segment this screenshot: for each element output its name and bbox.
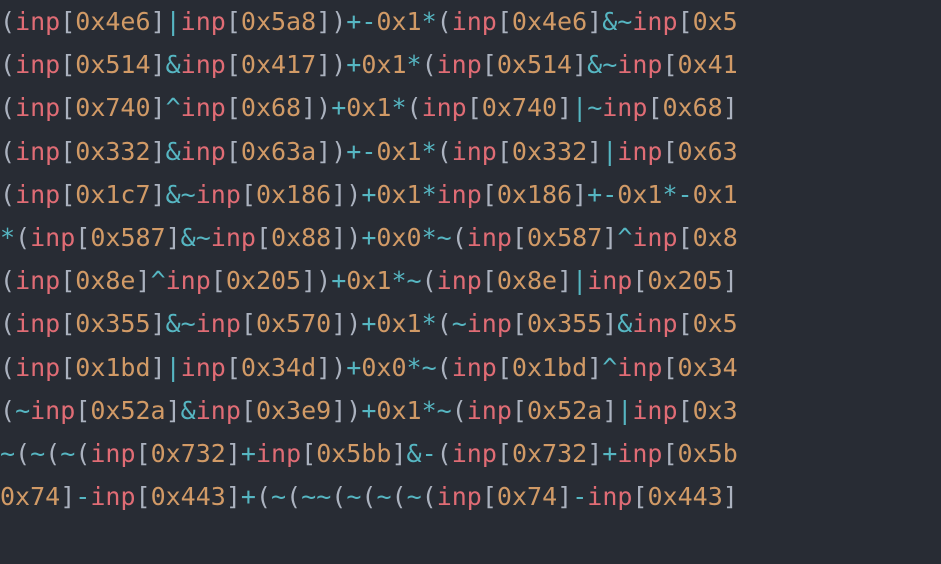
code-line[interactable]: (inp[0x1bd]|inp[0x34d])+0x0*~(inp[0x1bd]… bbox=[0, 346, 941, 389]
code-line[interactable]: (inp[0x514]&inp[0x417])+0x1*(inp[0x514]&… bbox=[0, 43, 941, 86]
code-line[interactable]: *(inp[0x587]&~inp[0x88])+0x0*~(inp[0x587… bbox=[0, 216, 941, 259]
code-line[interactable]: (inp[0x355]&~inp[0x570])+0x1*(~inp[0x355… bbox=[0, 302, 941, 345]
code-line[interactable]: (~inp[0x52a]&inp[0x3e9])+0x1*~(inp[0x52a… bbox=[0, 389, 941, 432]
code-line[interactable]: (inp[0x4e6]|inp[0x5a8])+-0x1*(inp[0x4e6]… bbox=[0, 0, 941, 43]
code-line[interactable]: (inp[0x332]&inp[0x63a])+-0x1*(inp[0x332]… bbox=[0, 130, 941, 173]
code-line[interactable]: (inp[0x740]^inp[0x68])+0x1*(inp[0x740]|~… bbox=[0, 86, 941, 129]
code-line[interactable]: (inp[0x1c7]&~inp[0x186])+0x1*inp[0x186]+… bbox=[0, 173, 941, 216]
code-line[interactable]: 0x74]-inp[0x443]+(~(~~(~(~(~(inp[0x74]-i… bbox=[0, 475, 941, 518]
code-line[interactable]: ~(~(~(inp[0x732]+inp[0x5bb]&-(inp[0x732]… bbox=[0, 432, 941, 475]
code-line[interactable]: (inp[0x8e]^inp[0x205])+0x1*~(inp[0x8e]|i… bbox=[0, 259, 941, 302]
code-editor-viewport[interactable]: (inp[0x4e6]|inp[0x5a8])+-0x1*(inp[0x4e6]… bbox=[0, 0, 941, 518]
